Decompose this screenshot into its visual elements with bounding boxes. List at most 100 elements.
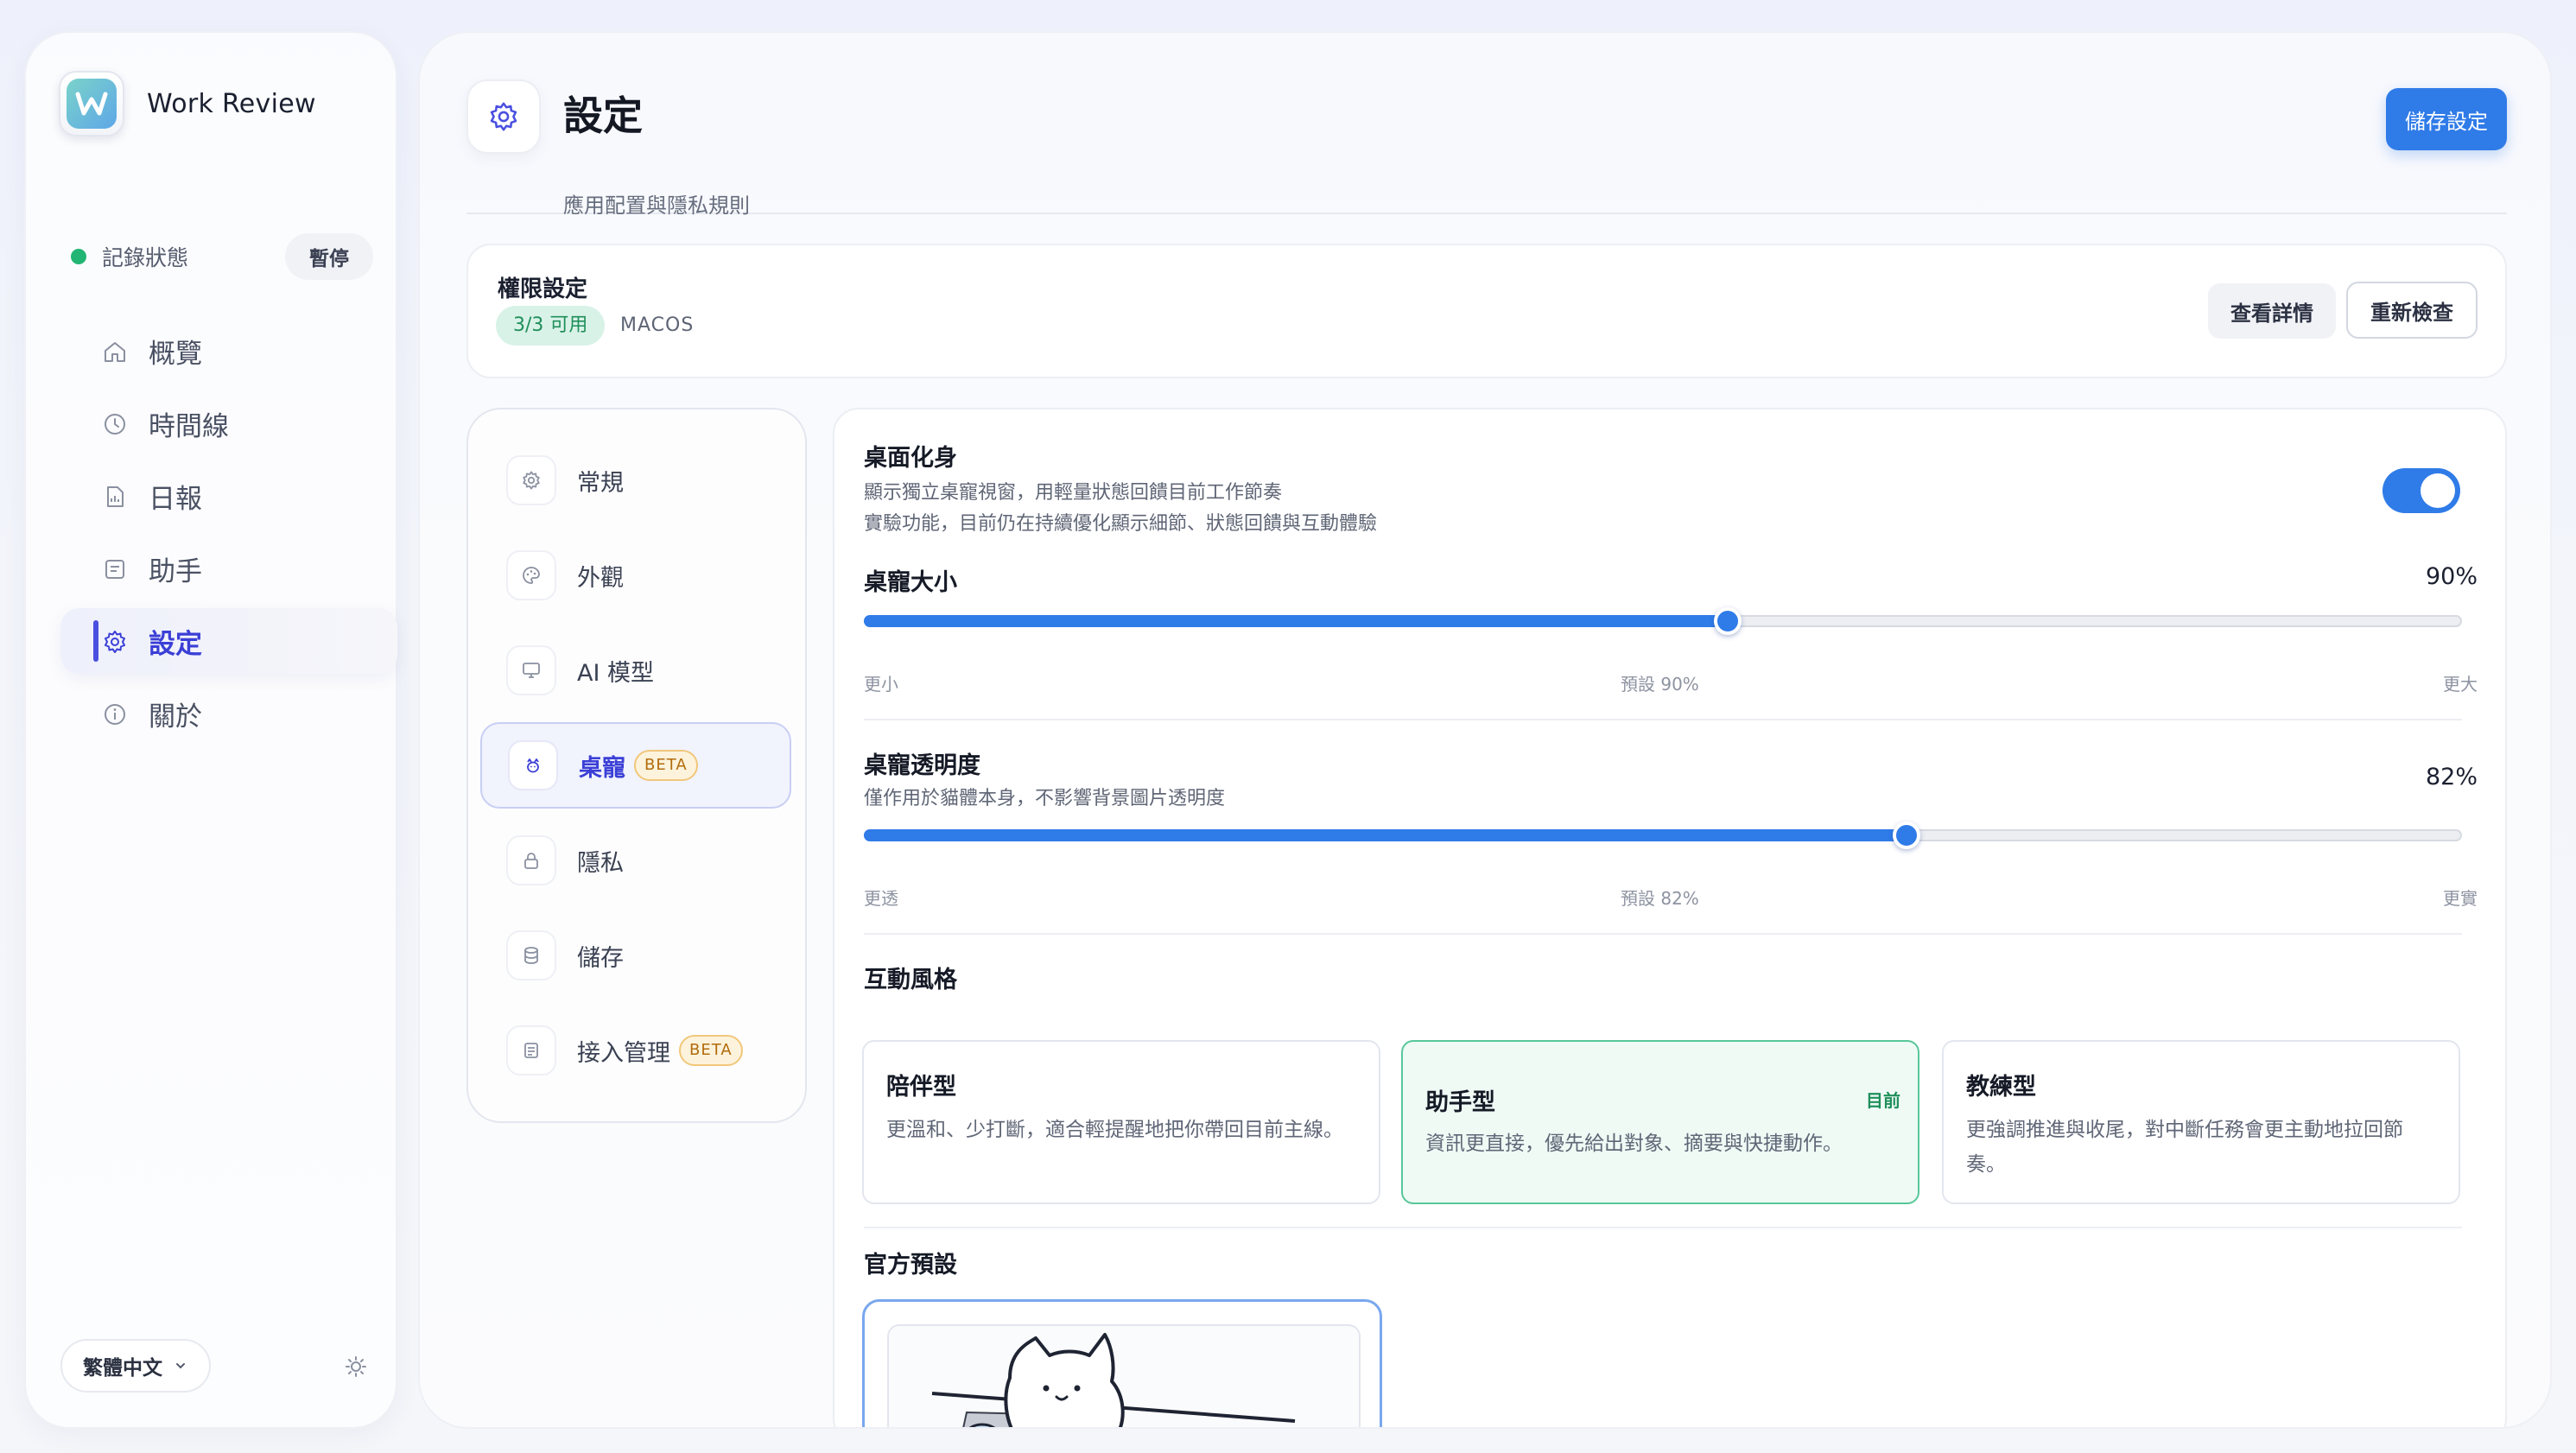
interaction-style-title: 互動風格	[864, 967, 957, 993]
view-details-button[interactable]: 查看詳情	[2208, 283, 2336, 339]
recording-status-label: 記錄狀態	[102, 245, 189, 270]
subnav-item-general[interactable]: 常規	[480, 437, 791, 523]
home-icon	[105, 342, 125, 362]
app-logo	[59, 71, 124, 136]
lock-icon	[524, 853, 538, 869]
page-header: 設定 應用配置與隱私規則 儲存設定	[466, 79, 2507, 218]
beta-badge: BETA	[634, 750, 698, 781]
nav-item-about[interactable]: 關於	[60, 681, 397, 746]
style-name: 陪伴型	[886, 1074, 956, 1101]
subnav-item-ai-model[interactable]: AI 模型	[480, 627, 791, 714]
language-select[interactable]: 繁體中文	[60, 1339, 211, 1393]
pet-opacity-desc: 僅作用於貓體本身，不影響背景圖片透明度	[864, 788, 1226, 809]
preset-card-cat[interactable]	[862, 1299, 1382, 1427]
status-dot	[71, 249, 86, 264]
recording-status: 記錄狀態 暫停	[71, 228, 373, 285]
pet-icon	[527, 758, 539, 773]
nav-item-timeline[interactable]: 時間線	[60, 390, 397, 456]
nav-item-label: 時間線	[149, 410, 229, 442]
subnav-item-label: AI 模型	[577, 659, 655, 687]
assistant-icon	[105, 560, 124, 579]
beta-badge: BETA	[679, 1035, 743, 1066]
avatar-title: 桌面化身	[864, 445, 957, 472]
permissions-card: 權限設定 3/3 可用 MACOS 查看詳情 重新檢查	[466, 244, 2507, 378]
divider	[864, 933, 2462, 935]
style-desc: 更強調推進與收尾，對中斷任務會更主動地拉回節奏。	[1966, 1119, 2403, 1176]
info-icon	[105, 704, 125, 725]
subnav-item-privacy[interactable]: 隱私	[480, 817, 791, 904]
subnav-item-label: 儲存	[577, 944, 624, 972]
style-card-companion[interactable]: 陪伴型 更溫和、少打斷，適合輕提醒地把你帶回目前主線。	[862, 1040, 1380, 1204]
subnav-item-label: 桌寵	[579, 754, 625, 782]
current-style-tag: 目前	[1866, 1090, 1900, 1111]
subnav-item-label: 隱私	[577, 849, 624, 877]
theme-toggle-button[interactable]	[337, 1348, 375, 1386]
settings-subnav: 常規 外觀 AI 模型 桌寵 BETA 隱私 儲存 接入管理 BETA	[466, 408, 807, 1123]
gear-icon	[105, 631, 125, 653]
main-panel: 設定 應用配置與隱私規則 儲存設定 權限設定 3/3 可用 MACOS 查看詳情…	[418, 31, 2552, 1429]
divider	[864, 719, 2462, 720]
pause-button[interactable]: 暫停	[285, 233, 373, 280]
slider-fill	[864, 829, 1905, 841]
nav-item-label: 助手	[149, 555, 202, 587]
nav-item-assistant[interactable]: 助手	[60, 536, 397, 601]
list-icon	[524, 1043, 538, 1058]
app-name: Work Review	[147, 88, 316, 119]
style-name: 教練型	[1966, 1074, 2036, 1101]
style-name: 助手型	[1425, 1089, 1495, 1116]
page-subtitle: 應用配置與隱私規則	[563, 194, 750, 218]
page-title: 設定	[563, 92, 643, 139]
size-max-label: 更大	[2443, 674, 2478, 695]
settings-title-icon	[466, 79, 541, 154]
subnav-item-label: 外觀	[577, 564, 624, 592]
slider-thumb[interactable]	[1713, 607, 1742, 635]
subnav-item-label: 接入管理	[577, 1039, 670, 1067]
gear-icon	[490, 102, 517, 131]
avatar-desc-2: 實驗功能，目前仍在持續優化顯示細節、狀態回饋與互動體驗	[864, 513, 1378, 535]
nav-item-settings[interactable]: 設定	[60, 608, 397, 674]
subnav-item-desktop-pet[interactable]: 桌寵 BETA	[480, 722, 791, 809]
pet-size-title: 桌寵大小	[864, 569, 957, 596]
report-icon	[107, 486, 124, 507]
chevron-down-icon	[176, 1363, 185, 1369]
permissions-title: 權限設定	[498, 276, 588, 302]
avatar-desc-1: 顯示獨立桌寵視窗，用輕量狀態回饋目前工作節奏	[864, 482, 1283, 504]
subnav-item-label: 常規	[577, 469, 624, 497]
permissions-status-badge: 3/3 可用	[496, 306, 606, 346]
slider-thumb[interactable]	[1892, 822, 1920, 849]
opacity-default-label: 預設 82%	[1621, 888, 1699, 909]
slider-fill	[864, 615, 1726, 627]
pet-opacity-value: 82%	[2425, 764, 2478, 790]
size-default-label: 預設 90%	[1621, 674, 1699, 695]
nav-item-label: 設定	[149, 628, 202, 660]
nav-item-label: 概覽	[149, 338, 202, 370]
desktop-pet-settings: 桌面化身 顯示獨立桌寵視窗，用輕量狀態回饋目前工作節奏 實驗功能，目前仍在持續優…	[833, 408, 2507, 1427]
opacity-max-label: 更實	[2443, 888, 2478, 909]
recheck-button[interactable]: 重新檢查	[2346, 282, 2478, 339]
style-card-coach[interactable]: 教練型 更強調推進與收尾，對中斷任務會更主動地拉回節奏。	[1942, 1040, 2460, 1204]
pet-opacity-title: 桌寵透明度	[864, 752, 980, 779]
style-card-assistant[interactable]: 助手型 目前 資訊更直接，優先給出對象、摘要與快捷動作。	[1401, 1040, 1919, 1204]
monitor-icon	[523, 663, 540, 678]
cat-illustration	[931, 1333, 1296, 1427]
subnav-item-appearance[interactable]: 外觀	[480, 532, 791, 619]
gear-icon	[523, 471, 540, 490]
size-min-label: 更小	[864, 674, 898, 695]
preset-preview	[887, 1324, 1361, 1427]
sidebar: Work Review 記錄狀態 暫停 概覽 時間線 日報 助手 設定 關於 繁…	[24, 31, 397, 1429]
main-nav: 概覽 時間線 日報 助手 設定 關於	[60, 318, 397, 753]
subnav-item-storage[interactable]: 儲存	[480, 912, 791, 999]
pet-opacity-slider[interactable]	[864, 822, 2462, 849]
official-presets-title: 官方預設	[864, 1252, 957, 1279]
language-value: 繁體中文	[83, 1357, 162, 1380]
avatar-toggle[interactable]	[2382, 468, 2460, 513]
nav-item-label: 關於	[149, 701, 202, 733]
subnav-item-integrations[interactable]: 接入管理 BETA	[480, 1007, 791, 1094]
nav-item-daily-report[interactable]: 日報	[60, 463, 397, 529]
opacity-min-label: 更透	[864, 888, 898, 909]
database-icon	[524, 947, 538, 964]
nav-item-label: 日報	[149, 483, 202, 515]
nav-item-overview[interactable]: 概覽	[60, 318, 397, 384]
save-settings-button[interactable]: 儲存設定	[2386, 88, 2507, 150]
pet-size-slider[interactable]	[864, 607, 2462, 635]
